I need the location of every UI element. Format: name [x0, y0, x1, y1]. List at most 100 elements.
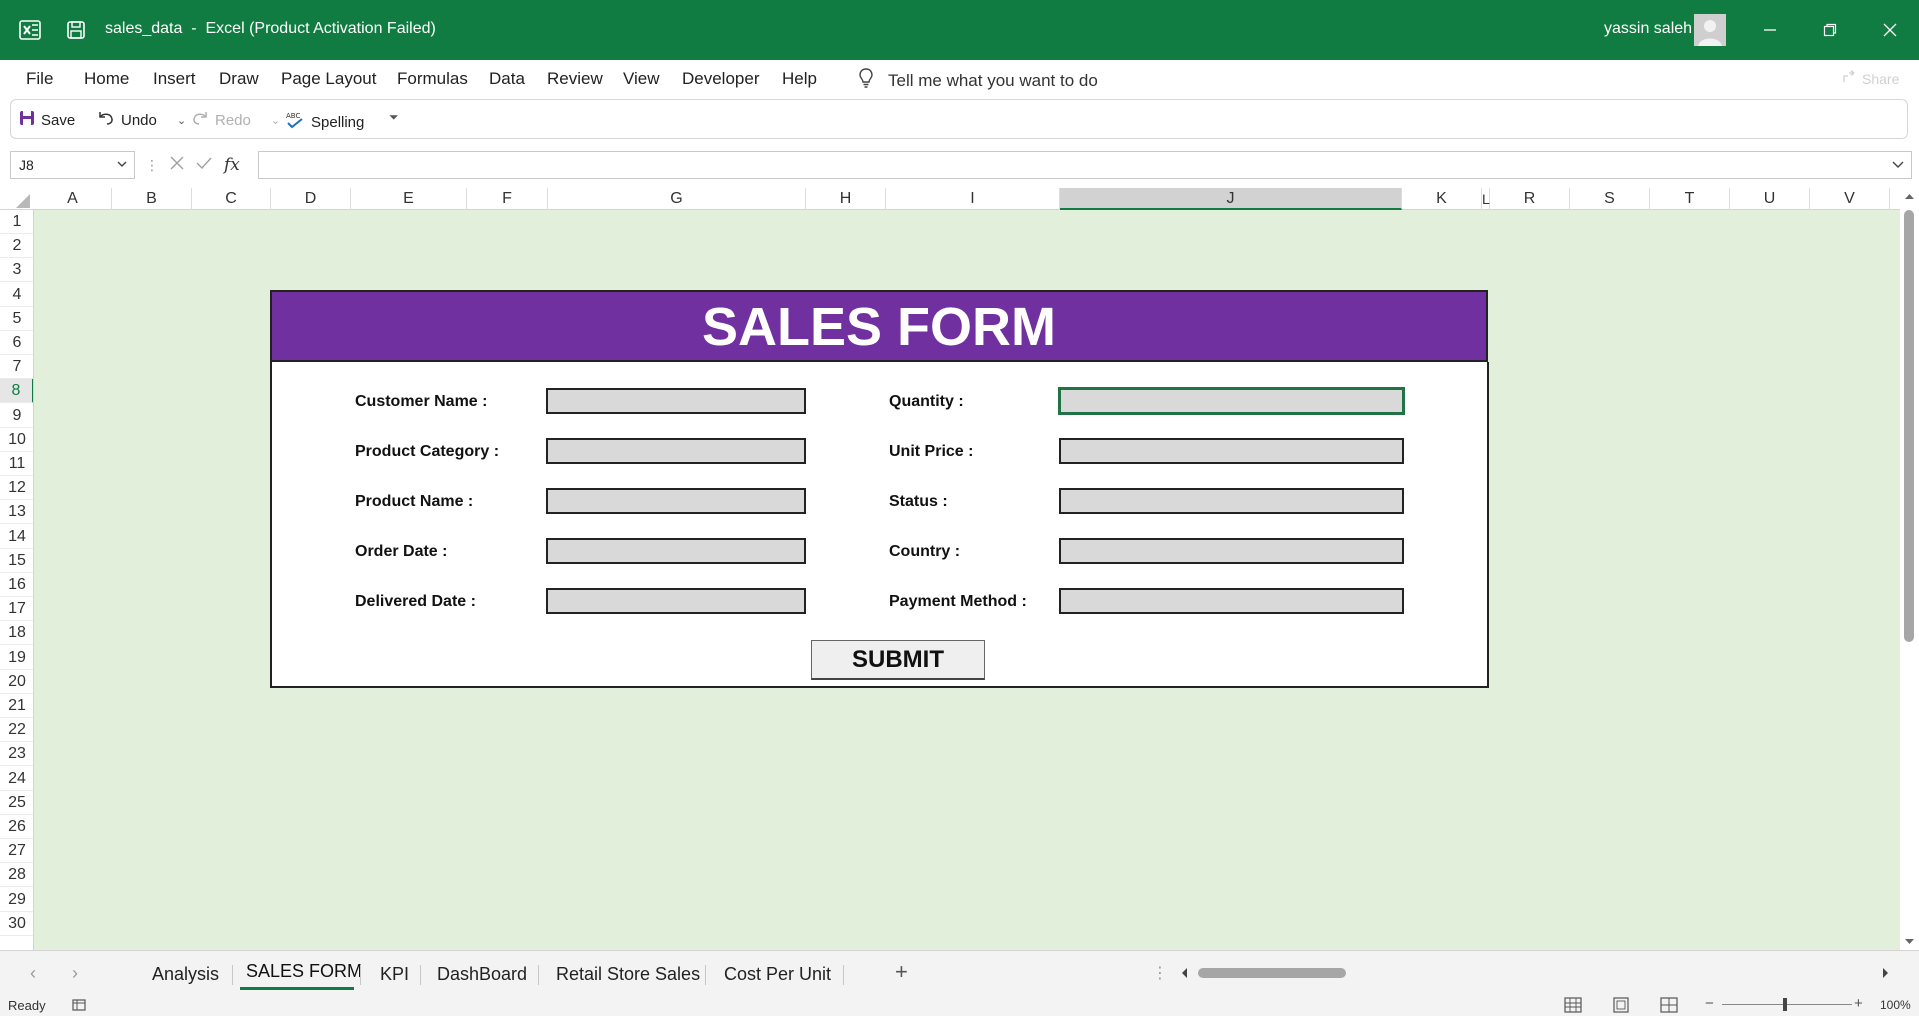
row-header-14[interactable]: 14	[0, 525, 33, 549]
submit-button[interactable]: SUBMIT	[811, 640, 985, 680]
row-header-12[interactable]: 12	[0, 476, 33, 501]
row-header-15[interactable]: 15	[0, 549, 33, 573]
name-box[interactable]: J8	[10, 151, 135, 179]
country-field[interactable]	[1059, 538, 1404, 564]
row-header-24[interactable]: 24	[0, 767, 33, 791]
menu-review[interactable]: Review	[547, 69, 603, 89]
menu-view[interactable]: View	[623, 69, 660, 89]
row-header-20[interactable]: 20	[0, 670, 33, 694]
sheet-tab-retail-store-sales[interactable]: Retail Store Sales	[556, 964, 700, 985]
row-header-18[interactable]: 18	[0, 621, 33, 646]
share-button[interactable]: Share	[1842, 70, 1899, 87]
column-header-h[interactable]: H	[806, 188, 886, 210]
row-header-2[interactable]: 2	[0, 234, 33, 259]
tell-me-search[interactable]: Tell me what you want to do	[858, 68, 1098, 93]
select-all-corner[interactable]	[0, 188, 34, 210]
payment-method-field[interactable]	[1059, 588, 1404, 614]
user-name[interactable]: yassin saleh	[1604, 20, 1692, 38]
row-header-25[interactable]: 25	[0, 791, 33, 815]
vertical-scroll-thumb[interactable]	[1904, 210, 1914, 642]
sheet-tab-dashboard[interactable]: DashBoard	[437, 964, 527, 985]
column-header-e[interactable]: E	[351, 188, 467, 210]
row-header-21[interactable]: 21	[0, 694, 33, 718]
zoom-slider[interactable]	[1722, 1004, 1852, 1005]
column-header-c[interactable]: C	[192, 188, 271, 210]
normal-view-icon[interactable]	[1564, 997, 1582, 1016]
save-icon[interactable]	[64, 18, 88, 42]
row-header-26[interactable]: 26	[0, 815, 33, 839]
close-button[interactable]	[1872, 12, 1908, 48]
customer-name-field[interactable]	[546, 388, 806, 414]
row-header-22[interactable]: 22	[0, 718, 33, 743]
sheet-tab-kpi[interactable]: KPI	[380, 964, 409, 985]
row-header-19[interactable]: 19	[0, 646, 33, 670]
status-field[interactable]	[1059, 488, 1404, 514]
row-header-28[interactable]: 28	[0, 863, 33, 888]
menu-home[interactable]: Home	[84, 69, 129, 89]
redo-dropdown-icon[interactable]: ⌄	[271, 114, 280, 127]
menu-insert[interactable]: Insert	[153, 69, 196, 89]
zoom-slider-thumb[interactable]	[1783, 998, 1787, 1011]
menu-page-layout[interactable]: Page Layout	[281, 69, 376, 89]
column-header-r[interactable]: R	[1490, 188, 1570, 210]
insert-function-icon[interactable]: fx	[224, 155, 240, 175]
redo-button[interactable]: Redo ⌄	[191, 110, 280, 130]
cancel-icon[interactable]	[170, 156, 184, 175]
expand-formula-icon[interactable]	[1891, 157, 1905, 176]
add-sheet-icon[interactable]: +	[895, 959, 908, 985]
column-header-d[interactable]: D	[271, 188, 351, 210]
column-header-g[interactable]: G	[548, 188, 806, 210]
sheet-tab-cost-per-unit[interactable]: Cost Per Unit	[724, 964, 831, 985]
row-header-3[interactable]: 3	[0, 258, 33, 283]
row-header-23[interactable]: 23	[0, 742, 33, 767]
page-break-view-icon[interactable]	[1660, 997, 1678, 1016]
row-header-13[interactable]: 13	[0, 500, 33, 525]
zoom-in-icon[interactable]: +	[1854, 995, 1863, 1012]
accessibility-icon[interactable]	[72, 998, 86, 1015]
page-layout-view-icon[interactable]	[1612, 997, 1630, 1016]
quantity-field[interactable]	[1058, 387, 1405, 415]
undo-button[interactable]: Undo ⌄	[97, 110, 186, 130]
row-header-1[interactable]: 1	[0, 210, 33, 234]
previous-sheet-icon[interactable]: ‹	[30, 963, 36, 984]
horizontal-scrollbar[interactable]	[1178, 963, 1892, 983]
column-header-l[interactable]: L	[1482, 188, 1490, 210]
column-header-t[interactable]: T	[1650, 188, 1730, 210]
order-date-field[interactable]	[546, 538, 806, 564]
menu-data[interactable]: Data	[489, 69, 525, 89]
menu-file[interactable]: File	[26, 69, 53, 89]
tab-splitter-icon[interactable]: ⋮	[1152, 963, 1168, 983]
sheet-tab-sales-form[interactable]: SALES FORM	[246, 961, 362, 982]
next-sheet-icon[interactable]: ›	[72, 963, 78, 984]
column-header-a[interactable]: A	[34, 188, 112, 210]
column-header-f[interactable]: F	[467, 188, 548, 210]
menu-help[interactable]: Help	[782, 69, 817, 89]
unit-price-field[interactable]	[1059, 438, 1404, 464]
row-header-16[interactable]: 16	[0, 573, 33, 597]
product-category-field[interactable]	[546, 438, 806, 464]
save-button[interactable]: Save	[19, 110, 75, 130]
row-header-9[interactable]: 9	[0, 404, 33, 428]
row-header-7[interactable]: 7	[0, 355, 33, 380]
sheet-tab-analysis[interactable]: Analysis	[152, 964, 219, 985]
minimize-button[interactable]	[1752, 12, 1788, 48]
column-header-s[interactable]: S	[1570, 188, 1650, 210]
column-header-b[interactable]: B	[112, 188, 192, 210]
row-header-6[interactable]: 6	[0, 331, 33, 355]
row-header-4[interactable]: 4	[0, 283, 33, 307]
customize-qat-icon[interactable]: ⏷	[389, 110, 399, 125]
column-header-j[interactable]: J	[1060, 188, 1402, 210]
row-header-8[interactable]: 8	[0, 379, 33, 404]
column-header-i[interactable]: I	[886, 188, 1060, 210]
column-header-v[interactable]: V	[1810, 188, 1890, 210]
row-header-29[interactable]: 29	[0, 888, 33, 912]
horizontal-scroll-thumb[interactable]	[1198, 968, 1346, 978]
enter-check-icon[interactable]	[196, 156, 212, 175]
avatar[interactable]	[1694, 14, 1726, 46]
zoom-level[interactable]: 100%	[1880, 998, 1911, 1012]
row-header-30[interactable]: 30	[0, 912, 33, 936]
row-header-11[interactable]: 11	[0, 452, 33, 476]
menu-developer[interactable]: Developer	[682, 69, 760, 89]
vertical-scrollbar[interactable]	[1900, 188, 1919, 950]
chevron-down-icon[interactable]	[116, 157, 128, 173]
